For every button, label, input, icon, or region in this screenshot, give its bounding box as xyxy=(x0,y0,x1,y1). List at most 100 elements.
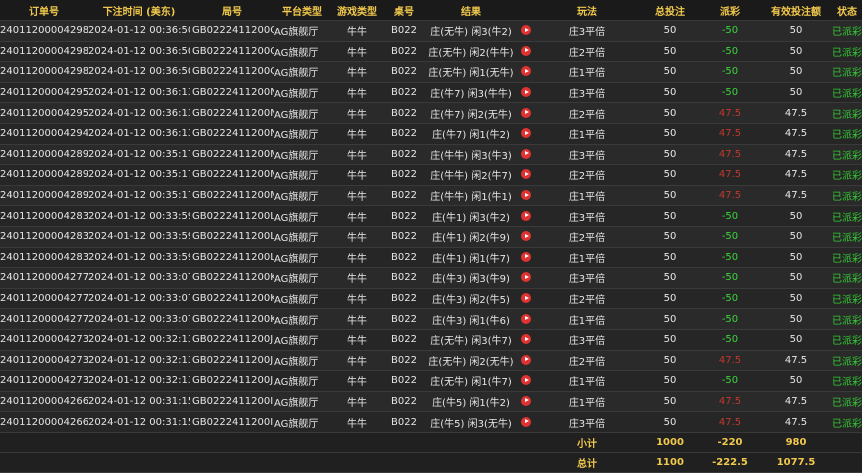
play-circle-icon[interactable] xyxy=(521,87,531,98)
order-cell[interactable]: 240112000042984 xyxy=(0,20,88,42)
order-cell[interactable]: 240112000042663 xyxy=(0,391,88,413)
order-cell[interactable]: 240112000042896 xyxy=(0,185,88,207)
result-cell: 庄(牛5) 闲1(牛2) xyxy=(424,391,518,413)
game-cell: 牛牛 xyxy=(330,350,384,372)
replay-cell xyxy=(518,164,534,186)
status-cell: 已派彩 xyxy=(832,205,862,227)
table-number-cell: B022 xyxy=(384,102,424,124)
table-row[interactable]: 240112000042896 2024-01-12 00:35:17 GB0222… xyxy=(0,185,862,207)
table-row[interactable]: 240112000042951 2024-01-12 00:36:13 GB0222… xyxy=(0,82,862,104)
play-circle-icon[interactable] xyxy=(521,128,531,139)
payout-cell: -50 xyxy=(700,41,760,63)
table-number-cell: B022 xyxy=(384,288,424,310)
total-bet: 1100 xyxy=(640,452,700,473)
table-row[interactable]: 240112000042733 2024-01-12 00:32:13 GB0222… xyxy=(0,329,862,351)
game-cell: 牛牛 xyxy=(330,61,384,83)
play-circle-icon[interactable] xyxy=(521,334,531,345)
order-cell[interactable]: 240112000042949 xyxy=(0,123,88,145)
col-header-result[interactable]: 结果 xyxy=(424,0,518,21)
order-cell[interactable]: 240112000042777 xyxy=(0,288,88,310)
col-header-platform[interactable]: 平台类型 xyxy=(274,0,330,21)
table-row[interactable]: 240112000042983 2024-01-12 00:36:50 GB0222… xyxy=(0,41,862,63)
order-cell[interactable]: 240112000042898 xyxy=(0,144,88,166)
bet-cell: 50 xyxy=(640,41,700,63)
order-cell[interactable]: 240112000042833 xyxy=(0,205,88,227)
total-payout: -222.5 xyxy=(700,452,760,473)
play-circle-icon[interactable] xyxy=(521,210,531,221)
order-cell[interactable]: 240112000042732 xyxy=(0,350,88,372)
col-header-table[interactable]: 桌号 xyxy=(384,0,424,21)
table-row[interactable]: 240112000042950 2024-01-12 00:36:13 GB0222… xyxy=(0,102,862,124)
time-cell: 2024-01-12 00:35:17 xyxy=(88,144,190,166)
play-cell: 庄3平倍 xyxy=(534,329,640,351)
play-circle-icon[interactable] xyxy=(521,375,531,386)
table-row[interactable]: 240112000042832 2024-01-12 00:33:59 GB0222… xyxy=(0,226,862,248)
result-cell: 庄(牛5) 闲3(无牛) xyxy=(424,411,518,433)
order-cell[interactable]: 240112000042950 xyxy=(0,102,88,124)
play-circle-icon[interactable] xyxy=(521,293,531,304)
play-circle-icon[interactable] xyxy=(521,190,531,201)
table-row[interactable]: 240112000042662 2024-01-12 00:31:15 GB0222… xyxy=(0,411,862,433)
table-row[interactable]: 240112000042982 2024-01-12 00:36:50 GB0222… xyxy=(0,61,862,83)
play-circle-icon[interactable] xyxy=(521,66,531,77)
game-cell: 牛牛 xyxy=(330,205,384,227)
order-cell[interactable]: 240112000042733 xyxy=(0,329,88,351)
status-cell: 已派彩 xyxy=(832,350,862,372)
table-row[interactable]: 240112000042833 2024-01-12 00:33:59 GB0222… xyxy=(0,205,862,227)
table-row[interactable]: 240112000042778 2024-01-12 00:33:07 GB0222… xyxy=(0,267,862,289)
col-header-bet[interactable]: 总投注 xyxy=(640,0,700,21)
play-circle-icon[interactable] xyxy=(521,148,531,159)
table-row[interactable]: 240112000042663 2024-01-12 00:31:15 GB0222… xyxy=(0,391,862,413)
result-cell: 庄(牛7) 闲3(牛牛) xyxy=(424,82,518,104)
col-header-order[interactable]: 订单号 xyxy=(0,0,88,21)
col-header-valid[interactable]: 有效投注额 xyxy=(760,0,832,21)
table-row[interactable]: 240112000042984 2024-01-12 00:36:50 GB0222… xyxy=(0,20,862,42)
col-header-status[interactable]: 状态 xyxy=(832,0,862,21)
play-circle-icon[interactable] xyxy=(521,395,531,406)
play-circle-icon[interactable] xyxy=(521,25,531,36)
play-circle-icon[interactable] xyxy=(521,107,531,118)
order-cell[interactable]: 240112000042897 xyxy=(0,164,88,186)
table-row[interactable]: 240112000042831 2024-01-12 00:33:59 GB0222… xyxy=(0,247,862,269)
status-cell: 已派彩 xyxy=(832,164,862,186)
replay-cell xyxy=(518,185,534,207)
order-cell[interactable]: 240112000042778 xyxy=(0,267,88,289)
table-row[interactable]: 240112000042777 2024-01-12 00:33:07 GB0222… xyxy=(0,288,862,310)
replay-cell xyxy=(518,82,534,104)
table-row[interactable]: 240112000042898 2024-01-12 00:35:17 GB0222… xyxy=(0,144,862,166)
play-circle-icon[interactable] xyxy=(521,45,531,56)
table-row[interactable]: 240112000042776 2024-01-12 00:33:07 GB0222… xyxy=(0,308,862,330)
status-cell: 已派彩 xyxy=(832,41,862,63)
col-header-game[interactable]: 游戏类型 xyxy=(330,0,384,21)
order-cell[interactable]: 240112000042776 xyxy=(0,308,88,330)
payout-cell: 47.5 xyxy=(700,391,760,413)
play-circle-icon[interactable] xyxy=(521,416,531,427)
col-header-play[interactable]: 玩法 xyxy=(534,0,640,21)
replay-cell xyxy=(518,226,534,248)
order-cell[interactable]: 240112000042832 xyxy=(0,226,88,248)
play-circle-icon[interactable] xyxy=(521,251,531,262)
status-cell: 已派彩 xyxy=(832,144,862,166)
order-cell[interactable]: 240112000042731 xyxy=(0,370,88,392)
col-header-round[interactable]: 局号 xyxy=(190,0,274,21)
order-cell[interactable]: 240112000042951 xyxy=(0,82,88,104)
play-circle-icon[interactable] xyxy=(521,313,531,324)
play-circle-icon[interactable] xyxy=(521,354,531,365)
play-cell: 庄3平倍 xyxy=(534,144,640,166)
table-row[interactable]: 240112000042731 2024-01-12 00:32:13 GB0222… xyxy=(0,370,862,392)
platform-cell: AG旗舰厅 xyxy=(274,329,330,351)
order-cell[interactable]: 240112000042982 xyxy=(0,61,88,83)
table-row[interactable]: 240112000042897 2024-01-12 00:35:17 GB0222… xyxy=(0,164,862,186)
order-cell[interactable]: 240112000042983 xyxy=(0,41,88,63)
play-circle-icon[interactable] xyxy=(521,272,531,283)
table-row[interactable]: 240112000042949 2024-01-12 00:36:13 GB0222… xyxy=(0,123,862,145)
col-header-payout[interactable]: 派彩 xyxy=(700,0,760,21)
order-cell[interactable]: 240112000042831 xyxy=(0,247,88,269)
table-row[interactable]: 240112000042732 2024-01-12 00:32:13 GB0222… xyxy=(0,350,862,372)
game-cell: 牛牛 xyxy=(330,370,384,392)
play-circle-icon[interactable] xyxy=(521,231,531,242)
table-number-cell: B022 xyxy=(384,185,424,207)
col-header-time[interactable]: 下注时间 (美东) xyxy=(88,0,190,21)
order-cell[interactable]: 240112000042662 xyxy=(0,411,88,433)
play-circle-icon[interactable] xyxy=(521,169,531,180)
